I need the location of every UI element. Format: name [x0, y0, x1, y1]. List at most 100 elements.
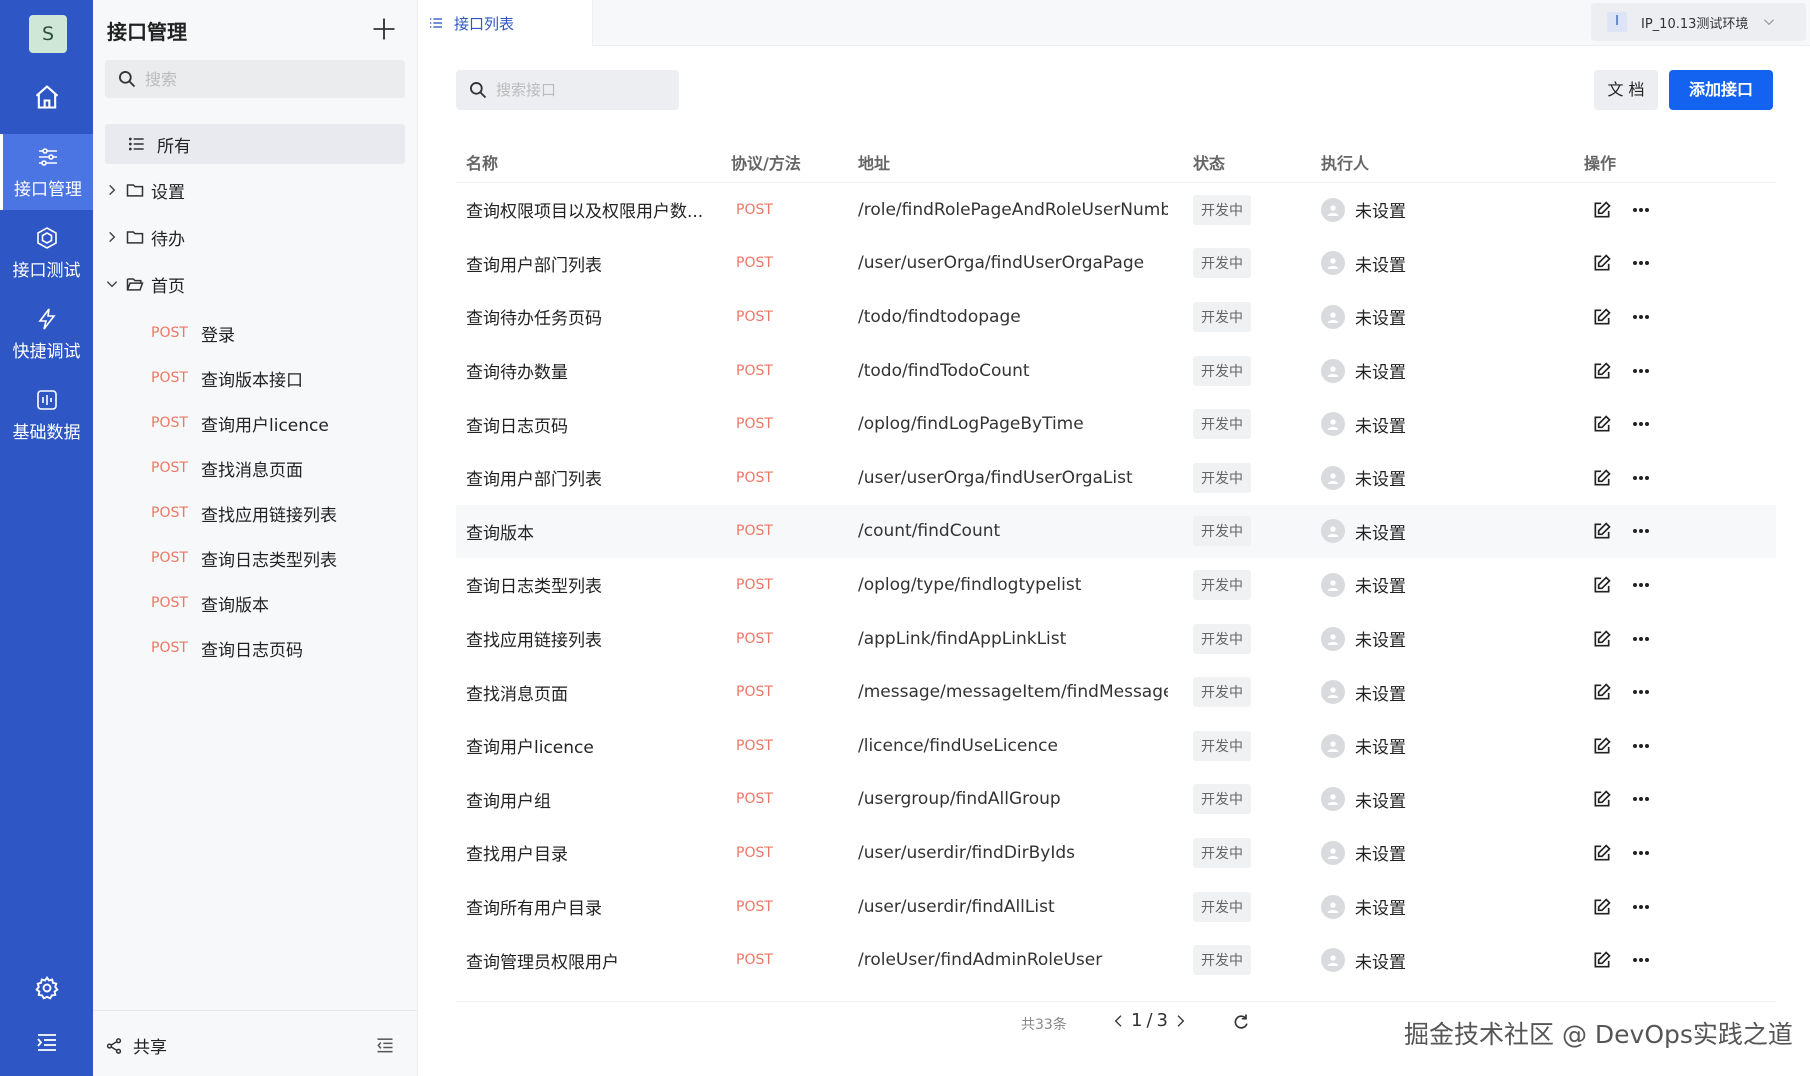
table-row[interactable]: 查询用户licence POST/licence/findUseLicence 开发… — [456, 719, 1776, 773]
table-row[interactable]: 查询所有用户目录 POST/user/userdir/findAllList 开发中… — [456, 880, 1776, 934]
table-row[interactable]: 查找应用链接列表 POST/appLink/findAppLinkList 开发中 未… — [456, 612, 1776, 666]
page-indicator: 1 / 3 — [1111, 1010, 1188, 1031]
tree-node[interactable]: POST 查询日志类型列表 — [151, 543, 337, 573]
edit-icon[interactable] — [1592, 719, 1612, 773]
api-name[interactable]: 查询用户组 — [466, 773, 706, 827]
tab-api-list[interactable]: 接口列表 — [418, 0, 593, 46]
tree-item-all[interactable]: 所有 — [105, 124, 405, 164]
edit-icon[interactable] — [1592, 665, 1612, 719]
tree-folder-home[interactable]: 首页 — [105, 269, 185, 299]
edit-icon[interactable] — [1592, 397, 1612, 451]
more-icon[interactable] — [1632, 290, 1650, 344]
edit-icon[interactable] — [1592, 933, 1612, 987]
edit-icon[interactable] — [1592, 612, 1612, 666]
owner-name: 未设置 — [1355, 416, 1406, 437]
tree-node[interactable]: POST 查询日志页码 — [151, 633, 303, 663]
tree-folder-settings[interactable]: 设置 — [105, 175, 185, 205]
more-icon[interactable] — [1632, 612, 1650, 666]
api-name[interactable]: 查询所有用户目录 — [466, 880, 706, 934]
api-name[interactable]: 查询管理员权限用户 — [466, 933, 706, 987]
add-api-button[interactable]: 添加接口 — [1669, 70, 1773, 110]
api-name[interactable]: 查询日志页码 — [466, 397, 706, 451]
docs-button[interactable]: 文 档 — [1594, 70, 1658, 110]
table-row[interactable]: 查询待办任务页码 POST/todo/findtodopage 开发中 未设置 — [456, 290, 1776, 344]
more-icon[interactable] — [1632, 665, 1650, 719]
api-search-input[interactable] — [496, 81, 666, 99]
chevron-left-icon[interactable] — [1111, 1012, 1127, 1030]
more-icon[interactable] — [1632, 237, 1650, 291]
tree-node[interactable]: POST 查找应用链接列表 — [151, 498, 337, 528]
rail-item-quick-debug[interactable]: 快捷调试 — [0, 296, 93, 372]
table-row[interactable]: 查询用户部门列表 POST/user/userOrga/findUserOrgaP… — [456, 237, 1776, 291]
chevron-right-icon[interactable] — [1172, 1012, 1188, 1030]
api-name[interactable]: 查询用户部门列表 — [466, 237, 706, 291]
more-icon[interactable] — [1632, 397, 1650, 451]
edit-icon[interactable] — [1592, 237, 1612, 291]
edit-icon[interactable] — [1592, 880, 1612, 934]
table-row[interactable]: 查询日志类型列表 POST/oplog/type/findlogtypelist 开… — [456, 558, 1776, 612]
more-icon[interactable] — [1632, 451, 1650, 505]
edit-icon[interactable] — [1592, 773, 1612, 827]
more-icon[interactable] — [1632, 505, 1650, 559]
api-name[interactable]: 查询权限项目以及权限用户数... — [466, 183, 706, 237]
edit-icon[interactable] — [1592, 290, 1612, 344]
more-icon[interactable] — [1632, 183, 1650, 237]
api-name[interactable]: 查询待办任务页码 — [466, 290, 706, 344]
more-icon[interactable] — [1632, 880, 1650, 934]
api-name[interactable]: 查询用户部门列表 — [466, 451, 706, 505]
edit-icon[interactable] — [1592, 451, 1612, 505]
tree-node[interactable]: POST 查询版本接口 — [151, 363, 303, 393]
api-name[interactable]: 查询待办数量 — [466, 344, 706, 398]
table-row[interactable]: 查询日志页码 POST/oplog/findLogPageByTime 开发中 未设置 — [456, 397, 1776, 451]
tree-node[interactable]: POST 查询用户licence — [151, 408, 329, 438]
environment-select[interactable]: I IP_10.13测试环境 — [1591, 3, 1806, 41]
table-row[interactable]: 查询版本 POST/count/findCount 开发中 未设置 — [456, 504, 1776, 559]
table-row[interactable]: 查询用户部门列表 POST/user/userOrga/findUserOrgaL… — [456, 451, 1776, 505]
api-name[interactable]: 查找用户目录 — [466, 826, 706, 880]
tree-node-label: 查找消息页面 — [201, 460, 303, 481]
table-row[interactable]: 查询用户组 POST/usergroup/findAllGroup 开发中 未设置 — [456, 773, 1776, 827]
more-icon[interactable] — [1632, 933, 1650, 987]
rail-item-api-test[interactable]: 接口测试 — [0, 215, 93, 291]
edit-icon[interactable] — [1592, 183, 1612, 237]
add-icon[interactable] — [370, 15, 398, 43]
tree-folder-todo[interactable]: 待办 — [105, 222, 185, 252]
api-name[interactable]: 查找消息页面 — [466, 665, 706, 719]
tree-search-input[interactable] — [145, 69, 385, 89]
more-icon[interactable] — [1632, 719, 1650, 773]
expand-menu-icon[interactable] — [0, 1030, 93, 1054]
more-icon[interactable] — [1632, 558, 1650, 612]
edit-icon[interactable] — [1592, 344, 1612, 398]
rail-item-api-management[interactable]: 接口管理 — [0, 134, 93, 210]
table-row[interactable]: 查询管理员权限用户 POST/roleUser/findAdminRoleUser… — [456, 933, 1776, 987]
home-icon[interactable] — [0, 76, 93, 118]
api-name[interactable]: 查询版本 — [466, 505, 706, 559]
table-row[interactable]: 查询权限项目以及权限用户数... POST/role/findRolePageAn… — [456, 183, 1776, 237]
user-icon — [1327, 901, 1339, 913]
list-icon — [128, 137, 144, 151]
gear-icon[interactable] — [0, 975, 93, 1001]
more-icon[interactable] — [1632, 826, 1650, 880]
more-icon[interactable] — [1632, 344, 1650, 398]
table-row[interactable]: 查询待办数量 POST/todo/findTodoCount 开发中 未设置 — [456, 344, 1776, 398]
tree-node[interactable]: POST 查找消息页面 — [151, 453, 303, 483]
rail-item-base-data[interactable]: 基础数据 — [0, 377, 93, 453]
column-header: 操作 — [1584, 154, 1617, 173]
tree-node[interactable]: POST 查询版本 — [151, 588, 269, 618]
api-name[interactable]: 查找应用链接列表 — [466, 612, 706, 666]
owner: 未设置 — [1321, 826, 1406, 880]
table-row[interactable]: 查找用户目录 POST/user/userdir/findDirByIds 开发中 未… — [456, 826, 1776, 880]
status-text: 开发中 — [1193, 194, 1251, 225]
collapse-panel-icon[interactable] — [375, 1035, 395, 1060]
edit-icon[interactable] — [1592, 558, 1612, 612]
edit-icon[interactable] — [1592, 505, 1612, 559]
more-icon[interactable] — [1632, 773, 1650, 827]
workspace-avatar[interactable]: S — [29, 15, 67, 53]
table-row[interactable]: 查找消息页面 POST/message/messageItem/findMessa… — [456, 665, 1776, 719]
refresh-icon[interactable] — [1231, 1012, 1251, 1037]
api-name[interactable]: 查询日志类型列表 — [466, 558, 706, 612]
edit-icon[interactable] — [1592, 826, 1612, 880]
api-name[interactable]: 查询用户licence — [466, 719, 706, 773]
share-button[interactable]: 共享 — [105, 1033, 167, 1058]
tree-node[interactable]: POST 登录 — [151, 318, 235, 348]
